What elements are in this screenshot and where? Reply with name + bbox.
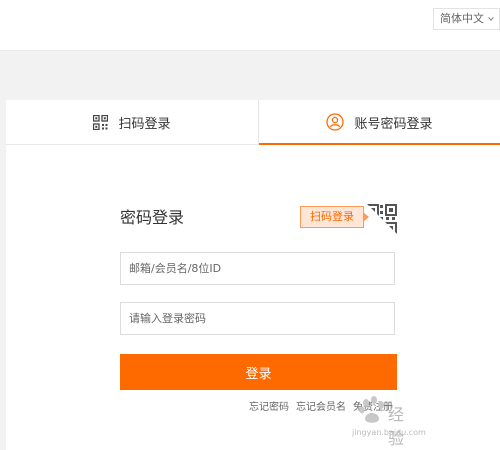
forgot-username-link[interactable]: 忘记会员名 (296, 398, 346, 413)
login-button[interactable]: 登录 (120, 354, 397, 390)
password-input[interactable] (121, 303, 394, 334)
watermark-url: jingyan.baidu.com (352, 428, 426, 437)
form-title: 密码登录 (120, 208, 185, 227)
login-panel: 扫码登录 账号密码登录 密码登录 扫码登录 邮箱/会员名/8位ID 登录 忘记密… (6, 100, 500, 450)
password-field[interactable] (120, 302, 395, 335)
tab-account-login[interactable]: 账号密码登录 (259, 100, 500, 145)
qr-switch-icon[interactable] (366, 203, 398, 235)
qr-code-icon (93, 114, 109, 130)
login-tabs: 扫码登录 账号密码登录 (6, 100, 500, 145)
forgot-password-link[interactable]: 忘记密码 (249, 398, 289, 413)
qr-login-tip[interactable]: 扫码登录 (300, 206, 369, 228)
language-selector[interactable]: 简体中文 (433, 8, 500, 30)
tab-account-label: 账号密码登录 (354, 116, 433, 132)
watermark-text: 经验 (388, 405, 405, 448)
chevron-down-icon (488, 17, 494, 21)
tab-qr-label: 扫码登录 (118, 116, 171, 132)
username-input[interactable] (121, 253, 394, 284)
user-icon (326, 113, 345, 131)
top-bar: 简体中文 (0, 0, 500, 51)
active-tab-indicator (259, 143, 500, 145)
username-field[interactable] (120, 252, 395, 285)
paw-logo-icon (359, 396, 384, 423)
language-selected-label: 简体中文 (440, 12, 484, 25)
tab-qr-login[interactable]: 扫码登录 (6, 100, 259, 144)
